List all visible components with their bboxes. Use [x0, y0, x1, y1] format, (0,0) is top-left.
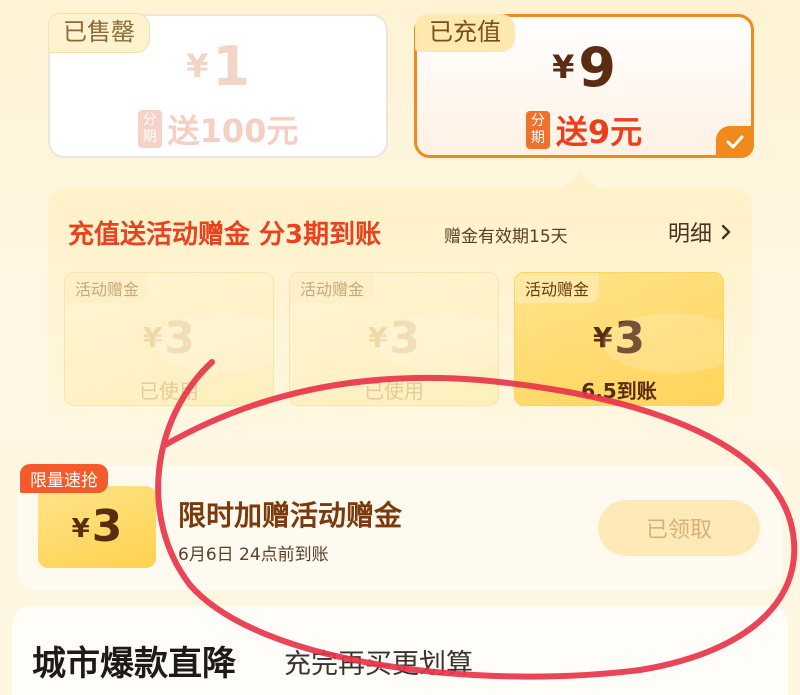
detail-label: 明细: [668, 222, 713, 247]
claimed-button[interactable]: 已领取: [598, 500, 760, 556]
yen-symbol: ¥: [186, 47, 209, 85]
bonus-validity-note: 赠金有效期15天: [444, 227, 568, 247]
limited-amount: 3: [91, 501, 123, 552]
coupon-status: 已使用: [139, 379, 199, 403]
limited-tag: 限量速抢: [20, 464, 108, 493]
plan-bonus: 分期 送9元: [417, 107, 751, 153]
coupon-tag: 活动赠金: [65, 273, 150, 303]
section-title: 城市爆款直降: [32, 644, 236, 684]
limited-title: 限时加赠活动赠金: [178, 499, 403, 532]
yen-symbol: ¥: [71, 514, 90, 544]
plan-card-1[interactable]: 已售罄 ¥1 分期 送100元: [48, 13, 388, 158]
plan-card-9[interactable]: 已充值 ¥9 分期 送9元: [414, 14, 754, 158]
selected-check-icon: [716, 126, 754, 158]
bonus-coupon-3: 活动赠金 ¥3 6.5到账: [514, 272, 724, 406]
plan-bonus-text: 送9元: [555, 113, 643, 151]
yen-symbol: ¥: [552, 48, 575, 86]
installment-badge: 分期: [137, 110, 162, 148]
installment-badge: 分期: [525, 111, 550, 149]
plan-status-tag: 已售罄: [48, 13, 150, 53]
coupon-tag: 活动赠金: [515, 273, 600, 303]
plan-bonus-text: 送100元: [167, 112, 299, 150]
plan-amount: 9: [578, 36, 616, 99]
panel-title: 充值送活动赠金 分3期到账: [68, 220, 382, 250]
limited-subtitle: 6月6日 24点前到账: [178, 545, 329, 565]
bonus-panel: 充值送活动赠金 分3期到账 赠金有效期15天 明细 活动赠金 ¥3 已使用 活动…: [48, 188, 752, 422]
section-subtitle: 充完再买更划算: [284, 649, 473, 680]
coupon-status: 已使用: [364, 379, 424, 403]
plan-status-tag: 已充值: [415, 14, 515, 52]
bonus-coupon-2: 活动赠金 ¥3 已使用: [289, 272, 499, 406]
plan-bonus: 分期 送100元: [50, 106, 386, 152]
chevron-right-icon: [721, 224, 731, 240]
bonus-coupon-1: 活动赠金 ¥3 已使用: [64, 272, 274, 406]
coupon-status: 6.5到账: [581, 379, 657, 403]
detail-link[interactable]: 明细: [668, 216, 734, 248]
plan-amount: 1: [212, 35, 250, 98]
limited-coupon: ¥3: [38, 486, 156, 568]
panel-pointer: [562, 172, 598, 189]
coupon-tag: 活动赠金: [290, 273, 375, 303]
